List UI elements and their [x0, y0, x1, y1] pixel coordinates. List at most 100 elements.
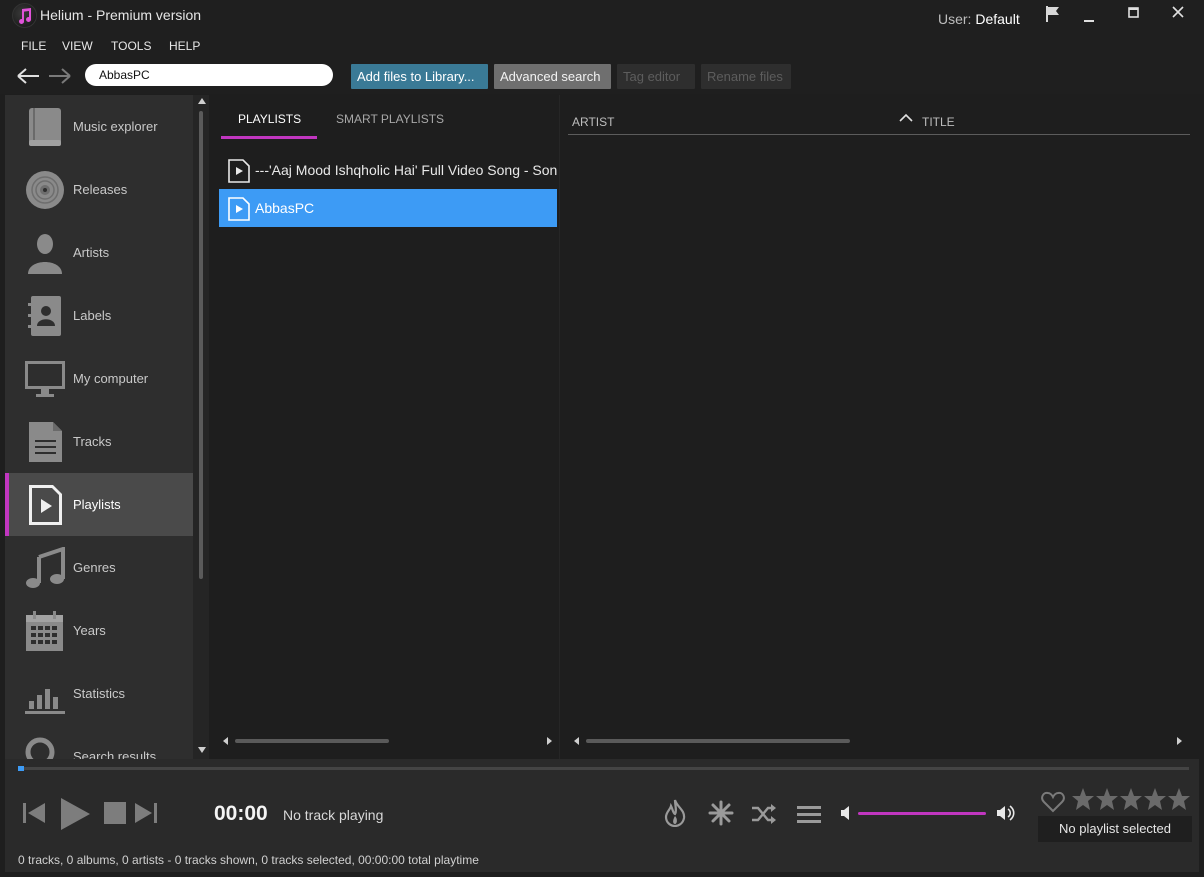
contact-book-icon	[25, 295, 65, 337]
playlist-row[interactable]: ---'Aaj Mood Ishqholic Hai' Full Video S…	[219, 151, 557, 189]
sidebar-label: Releases	[73, 182, 128, 197]
menu-file[interactable]: FILE	[21, 39, 46, 53]
calendar-icon	[25, 610, 65, 652]
volume-high-icon[interactable]	[996, 804, 1016, 825]
sort-ascending-icon	[899, 111, 913, 126]
previous-icon[interactable]	[21, 800, 47, 829]
playlists-h-scrollbar[interactable]	[221, 734, 555, 748]
scroll-thumb[interactable]	[199, 111, 203, 579]
advanced-search-button[interactable]: Advanced search	[494, 64, 611, 89]
flame-icon[interactable]	[663, 799, 687, 830]
play-icon[interactable]	[58, 796, 92, 835]
next-icon[interactable]	[133, 800, 159, 829]
tab-playlists[interactable]: PLAYLISTS	[238, 112, 301, 126]
sidebar-item-years[interactable]: Years	[5, 599, 193, 662]
volume-low-icon[interactable]	[840, 805, 852, 824]
disc-icon	[25, 169, 65, 211]
tracks-pane: ARTIST TITLE	[559, 95, 1199, 759]
sidebar-item-search-results[interactable]: Search results	[5, 725, 193, 759]
playlist-label: ---'Aaj Mood Ishqholic Hai' Full Video S…	[255, 162, 557, 178]
menu-tools[interactable]: TOOLS	[111, 39, 151, 53]
sidebar-label: Search results	[73, 749, 157, 759]
window-title: Helium - Premium version	[40, 7, 202, 23]
star-icon	[1072, 788, 1094, 810]
scroll-thumb[interactable]	[235, 739, 389, 743]
playlist-row[interactable]: AbbasPC	[219, 189, 557, 227]
forward-arrow-icon[interactable]	[47, 66, 73, 89]
maximize-button[interactable]	[1120, 3, 1146, 27]
bar-chart-icon	[25, 673, 65, 715]
scroll-thumb[interactable]	[586, 739, 850, 743]
search-input[interactable]	[85, 64, 333, 86]
rating-stars[interactable]	[1071, 787, 1195, 816]
progress-bar[interactable]	[18, 766, 1189, 771]
user-prefix: User:	[938, 11, 972, 27]
volume-slider[interactable]	[858, 812, 986, 815]
scroll-up-icon[interactable]	[198, 98, 206, 104]
sidebar-item-artists[interactable]: Artists	[5, 221, 193, 284]
playlist-file-icon	[228, 197, 250, 224]
column-header-title[interactable]: TITLE	[922, 115, 955, 129]
app-logo-icon	[12, 3, 37, 28]
add-files-button[interactable]: Add files to Library...	[351, 64, 488, 89]
active-tab-indicator	[221, 136, 317, 139]
back-arrow-icon[interactable]	[15, 66, 41, 89]
playlist-label: AbbasPC	[255, 200, 315, 216]
rating-info-box: No playlist selected	[1038, 816, 1192, 842]
now-playing-status: No track playing	[283, 807, 384, 823]
stop-icon[interactable]	[103, 801, 127, 828]
minimize-button[interactable]	[1076, 3, 1102, 27]
menu-bar: FILE VIEW TOOLS HELP	[0, 32, 1204, 58]
sidebar-item-tracks[interactable]: Tracks	[5, 410, 193, 473]
title-bar: Helium - Premium version User: Default	[0, 0, 1204, 32]
sidebar-label: Genres	[73, 560, 116, 575]
flag-icon[interactable]	[1043, 4, 1063, 27]
monitor-icon	[25, 358, 65, 400]
star-icon	[1168, 788, 1190, 810]
sidebar-label: Tracks	[73, 434, 112, 449]
column-header-artist[interactable]: ARTIST	[572, 115, 614, 129]
heart-icon[interactable]	[1041, 791, 1065, 816]
menu-help[interactable]: HELP	[169, 39, 200, 53]
star-icon	[1144, 788, 1166, 810]
sidebar-item-labels[interactable]: Labels	[5, 284, 193, 347]
rename-files-button[interactable]: Rename files	[701, 64, 791, 89]
sidebar-label: Music explorer	[73, 119, 158, 134]
sidebar-label: Statistics	[73, 686, 126, 701]
scroll-down-icon[interactable]	[198, 747, 206, 753]
sidebar-scrollbar[interactable]	[193, 95, 209, 759]
document-icon	[25, 421, 65, 463]
playlists-pane: PLAYLISTS SMART PLAYLISTS ---'Aaj Mood I…	[209, 95, 559, 759]
time-display: 00:00	[214, 802, 268, 825]
close-button[interactable]	[1165, 3, 1191, 27]
sidebar-label: Labels	[73, 308, 112, 323]
sidebar-item-my-computer[interactable]: My computer	[5, 347, 193, 410]
progress-handle[interactable]	[18, 766, 24, 771]
sidebar-label: My computer	[73, 371, 149, 386]
shuffle-icon[interactable]	[751, 804, 777, 827]
rating-info-text: No playlist selected	[1059, 821, 1171, 836]
user-name: Default	[975, 11, 1020, 27]
user-label[interactable]: User: Default	[938, 11, 1020, 27]
book-icon	[25, 106, 65, 148]
scroll-left-icon[interactable]	[223, 737, 228, 745]
music-note-icon	[25, 546, 65, 589]
scroll-right-icon[interactable]	[547, 737, 552, 745]
tracks-h-scrollbar[interactable]	[572, 734, 1184, 748]
sidebar-item-statistics[interactable]: Statistics	[5, 662, 193, 725]
person-icon	[25, 232, 65, 274]
queue-list-icon[interactable]	[797, 804, 821, 827]
star-icon	[1096, 788, 1118, 810]
scroll-right-icon[interactable]	[1177, 737, 1182, 745]
sidebar-item-playlists[interactable]: Playlists	[5, 473, 193, 536]
sidebar-item-releases[interactable]: Releases	[5, 158, 193, 221]
tab-smart-playlists[interactable]: SMART PLAYLISTS	[336, 112, 444, 126]
sidebar-item-music-explorer[interactable]: Music explorer	[5, 95, 193, 158]
scroll-left-icon[interactable]	[574, 737, 579, 745]
sidebar-item-genres[interactable]: Genres	[5, 536, 193, 599]
tag-editor-button[interactable]: Tag editor	[617, 64, 695, 89]
asterisk-icon[interactable]	[708, 800, 734, 829]
star-icon	[1120, 788, 1142, 810]
toolbar: Add files to Library... Advanced search …	[0, 58, 1204, 94]
menu-view[interactable]: VIEW	[62, 39, 93, 53]
